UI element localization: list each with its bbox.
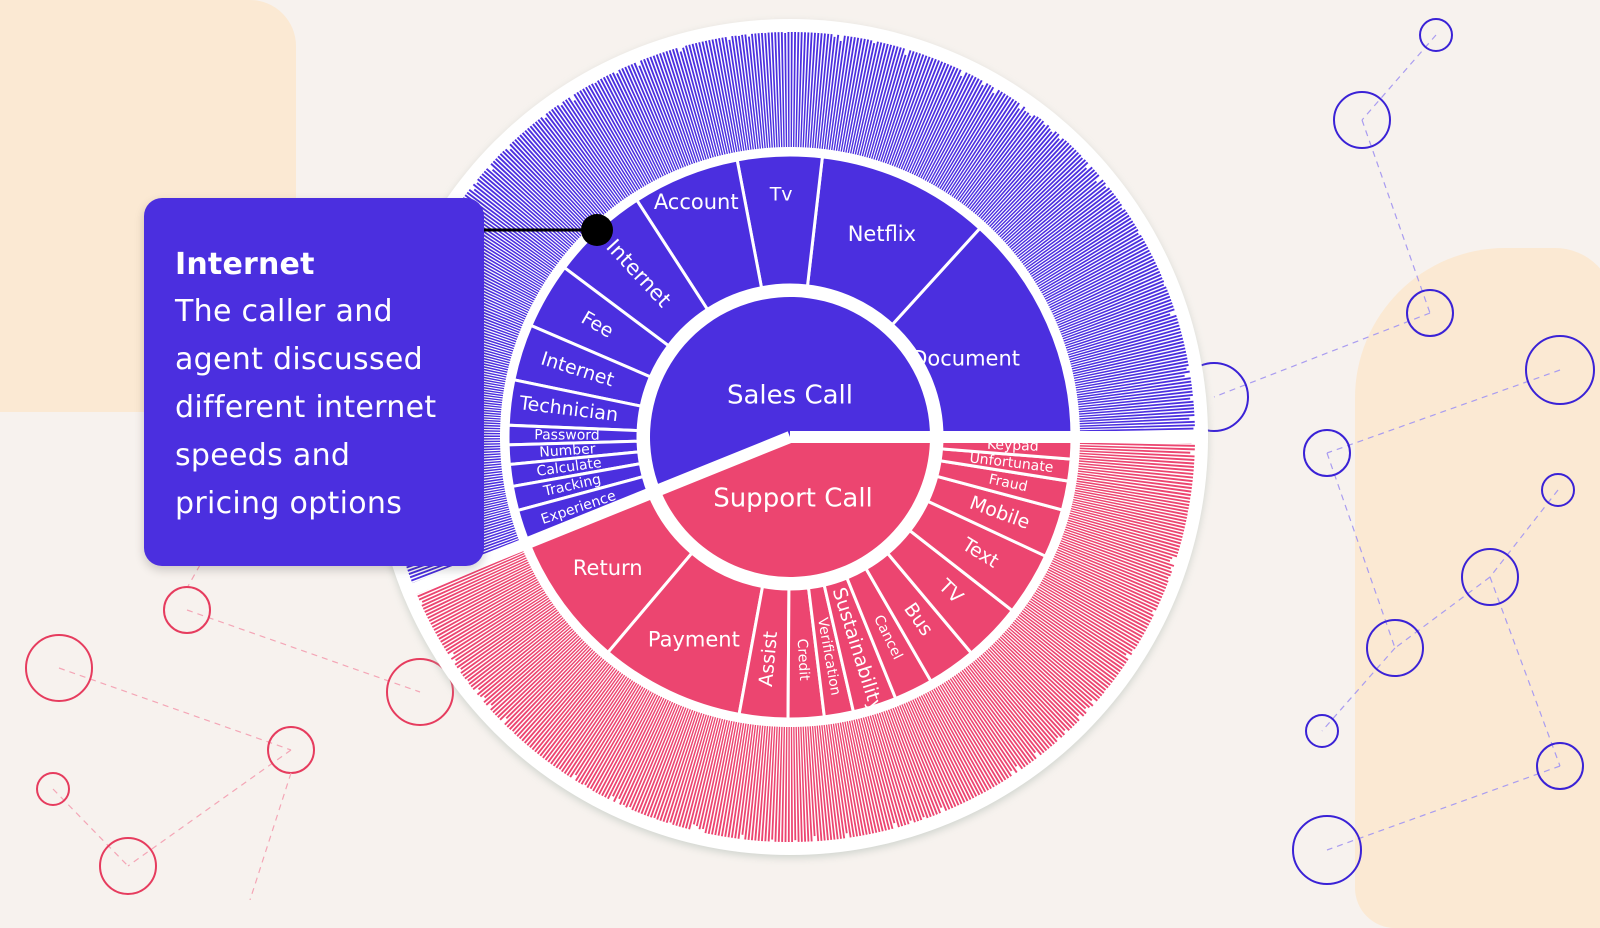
segment-label: Account — [654, 190, 739, 214]
pointer-dot — [581, 214, 613, 246]
segment-label: Payment — [648, 627, 740, 651]
root-ring — [640, 287, 940, 587]
segment-label: Tv — [769, 184, 793, 206]
tooltip-card: Internet The caller and agent discussed … — [144, 198, 484, 566]
segment-label: Credit — [794, 638, 812, 681]
root-label-sales-call: Sales Call — [727, 381, 853, 411]
segment-label: Netflix — [848, 222, 916, 246]
segment-label: Document — [911, 346, 1020, 370]
root-label-support-call: Support Call — [713, 484, 873, 514]
segment-label: Return — [573, 556, 643, 580]
tooltip-body: The caller and agent discussed different… — [175, 294, 437, 521]
tooltip-title: Internet — [175, 247, 315, 282]
